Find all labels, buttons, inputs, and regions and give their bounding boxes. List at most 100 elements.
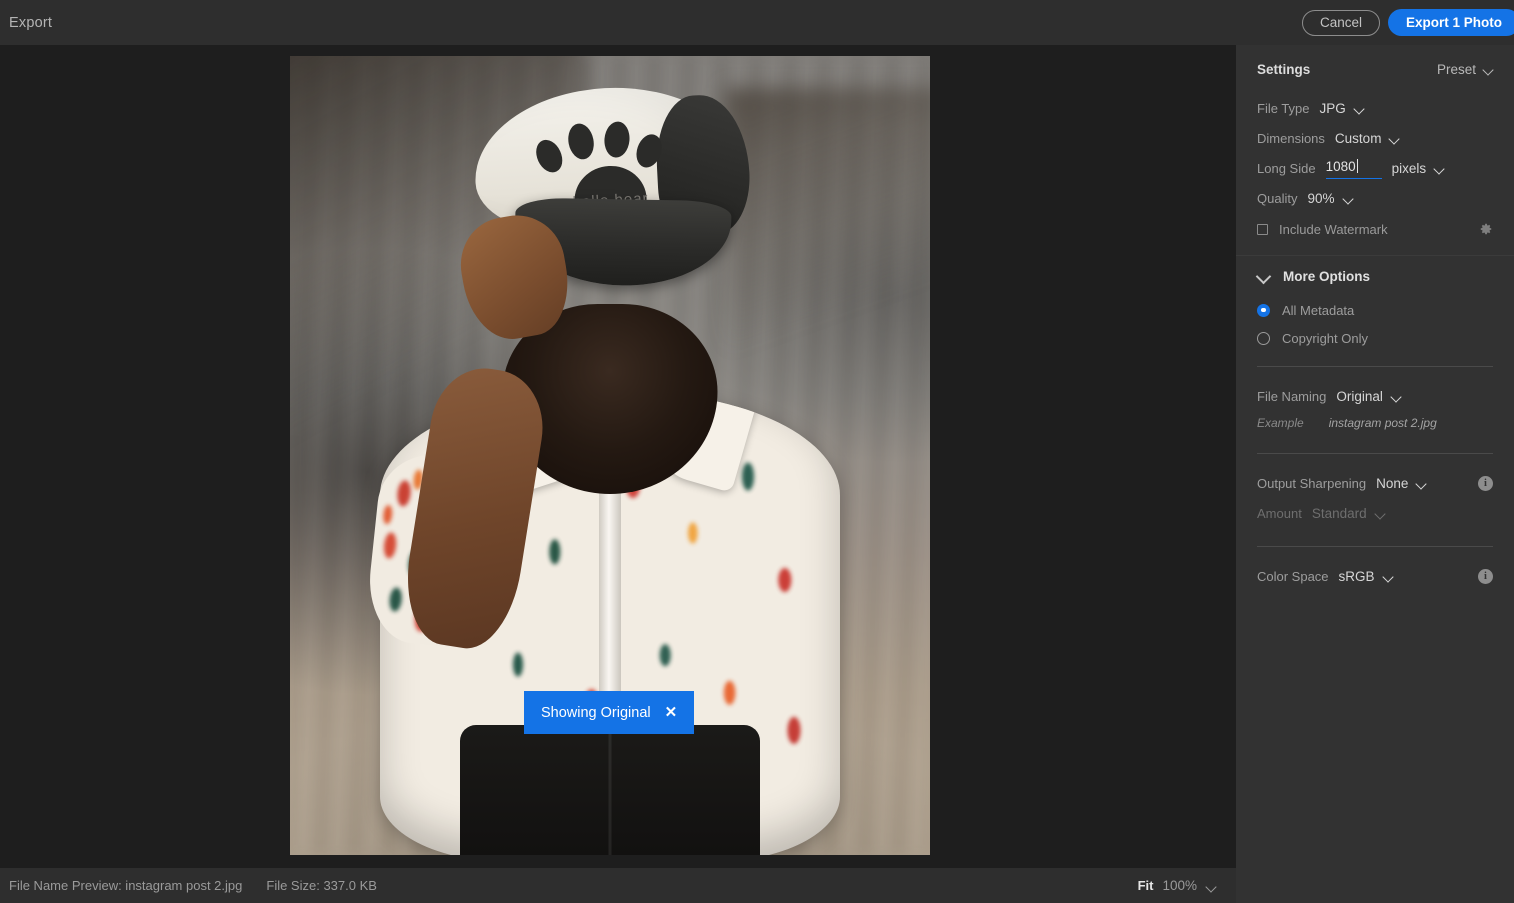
example-label: Example — [1257, 416, 1304, 430]
example-value: instagram post 2.jpg — [1328, 416, 1437, 430]
long-side-unit-value: pixels — [1391, 160, 1427, 176]
gear-icon[interactable] — [1479, 222, 1493, 236]
sharpening-section: Output Sharpening None i Amount Standard — [1236, 468, 1514, 547]
long-side-row: Long Side 1080 pixels — [1257, 153, 1493, 183]
file-naming-row: File Naming Original — [1257, 381, 1493, 411]
quality-row: Quality 90% — [1257, 183, 1493, 213]
output-sharpening-label: Output Sharpening — [1257, 475, 1367, 491]
chevron-down-icon — [1391, 391, 1401, 401]
close-icon[interactable]: ✕ — [665, 705, 678, 720]
page-title: Export — [9, 14, 53, 31]
color-space-label: Color Space — [1257, 568, 1329, 584]
file-type-row: File Type JPG — [1257, 93, 1493, 123]
include-watermark-row[interactable]: Include Watermark — [1257, 213, 1493, 245]
chevron-down-icon — [1343, 193, 1353, 203]
paw-toe — [531, 135, 568, 177]
long-side-input[interactable]: 1080 — [1325, 159, 1382, 179]
more-options-label: More Options — [1283, 268, 1370, 284]
long-side-label: Long Side — [1257, 160, 1316, 176]
include-watermark-checkbox[interactable] — [1257, 223, 1268, 235]
metadata-section: All Metadata Copyright Only — [1236, 296, 1514, 367]
chevron-down-icon — [1483, 64, 1493, 74]
paw-toe — [632, 130, 666, 171]
long-side-unit-dropdown[interactable]: pixels — [1392, 161, 1445, 176]
section-divider — [1257, 453, 1493, 454]
preset-label: Preset — [1436, 61, 1476, 77]
chevron-down-icon — [1375, 508, 1385, 518]
fit-label[interactable]: Fit — [1138, 878, 1154, 893]
settings-panel-header: Settings Preset — [1236, 45, 1514, 93]
file-naming-example: Example instagram post 2.jpg — [1257, 411, 1493, 435]
chevron-down-icon — [1257, 270, 1270, 283]
export-photo-button[interactable]: Export 1 Photo — [1387, 9, 1514, 36]
cancel-button[interactable]: Cancel — [1301, 9, 1380, 36]
photo-image: hello bear — [290, 56, 930, 855]
file-type-label: File Type — [1257, 100, 1310, 116]
status-bar-left: File Name Preview: instagram post 2.jpg … — [9, 878, 377, 893]
info-icon[interactable]: i — [1478, 475, 1493, 491]
showing-original-label: Showing Original — [541, 704, 651, 721]
info-icon[interactable]: i — [1478, 568, 1493, 584]
color-space-section: Color Space sRGB i — [1236, 561, 1514, 591]
input-focus-underline — [1325, 177, 1382, 179]
dimensions-label: Dimensions — [1257, 130, 1325, 146]
settings-section: File Type JPG Dimensions Custom Long Sid… — [1236, 93, 1514, 245]
preset-dropdown[interactable]: Preset — [1437, 62, 1493, 77]
zoom-control[interactable]: Fit 100% — [1138, 878, 1216, 893]
file-type-value: JPG — [1319, 100, 1346, 116]
radio-selected-icon[interactable] — [1257, 303, 1270, 317]
text-cursor — [1356, 159, 1358, 173]
section-divider — [1257, 366, 1493, 367]
output-sharpening-row: Output Sharpening None i — [1257, 468, 1493, 498]
sharpening-amount-label: Amount — [1257, 505, 1302, 521]
photo-preview[interactable]: hello bear — [290, 56, 930, 855]
more-options-toggle[interactable]: More Options — [1236, 256, 1514, 296]
sharpening-amount-dropdown: Standard — [1312, 506, 1385, 521]
chevron-down-icon — [1434, 163, 1444, 173]
chevron-down-icon — [1383, 571, 1393, 581]
top-bar: Export Cancel Export 1 Photo — [0, 0, 1514, 45]
preview-canvas[interactable]: hello bear Showing Original ✕ — [0, 45, 1236, 868]
output-sharpening-dropdown[interactable]: None — [1376, 476, 1426, 491]
top-bar-actions: Cancel Export 1 Photo — [1301, 0, 1514, 45]
file-naming-section: File Naming Original Example instagram p… — [1236, 381, 1514, 454]
file-naming-value: Original — [1336, 388, 1383, 404]
paw-toe — [565, 121, 597, 162]
file-type-dropdown[interactable]: JPG — [1320, 101, 1364, 116]
file-naming-label: File Naming — [1257, 388, 1327, 404]
zoom-level: 100% — [1162, 878, 1197, 893]
quality-label: Quality — [1257, 190, 1298, 206]
long-side-value: 1080 — [1325, 159, 1356, 174]
sharpening-amount-row: Amount Standard — [1257, 498, 1493, 528]
chevron-down-icon — [1389, 133, 1399, 143]
metadata-copyright-option[interactable]: Copyright Only — [1257, 324, 1493, 352]
photo-subject-pants — [460, 725, 760, 855]
metadata-all-label: All Metadata — [1282, 302, 1355, 318]
export-dialog: Export Cancel Export 1 Photo Showing Ori… — [0, 0, 1514, 903]
quality-value: 90% — [1307, 190, 1335, 206]
file-name-preview: File Name Preview: instagram post 2.jpg — [9, 878, 243, 893]
output-sharpening-value: None — [1376, 475, 1409, 491]
color-space-dropdown[interactable]: sRGB — [1339, 569, 1393, 584]
chevron-down-icon — [1416, 478, 1426, 488]
photo-background-rail — [725, 87, 930, 392]
color-space-value: sRGB — [1338, 568, 1375, 584]
dimensions-row: Dimensions Custom — [1257, 123, 1493, 153]
status-bar: File Name Preview: instagram post 2.jpg … — [0, 868, 1236, 903]
file-size: File Size: 337.0 KB — [266, 878, 377, 893]
settings-panel: Settings Preset File Type JPG Dimensions… — [1236, 45, 1514, 903]
radio-unselected-icon[interactable] — [1257, 331, 1270, 345]
chevron-down-icon[interactable] — [1206, 881, 1216, 891]
section-divider — [1257, 546, 1493, 547]
file-naming-dropdown[interactable]: Original — [1336, 389, 1401, 404]
dimensions-dropdown[interactable]: Custom — [1335, 131, 1400, 146]
settings-title: Settings — [1257, 61, 1311, 77]
color-space-row: Color Space sRGB i — [1257, 561, 1493, 591]
paw-toe — [602, 120, 631, 159]
chevron-down-icon — [1354, 103, 1364, 113]
metadata-all-option[interactable]: All Metadata — [1257, 296, 1493, 324]
quality-dropdown[interactable]: 90% — [1307, 191, 1352, 206]
showing-original-badge[interactable]: Showing Original ✕ — [524, 691, 695, 734]
include-watermark-label: Include Watermark — [1279, 221, 1388, 237]
dimensions-value: Custom — [1334, 130, 1382, 146]
